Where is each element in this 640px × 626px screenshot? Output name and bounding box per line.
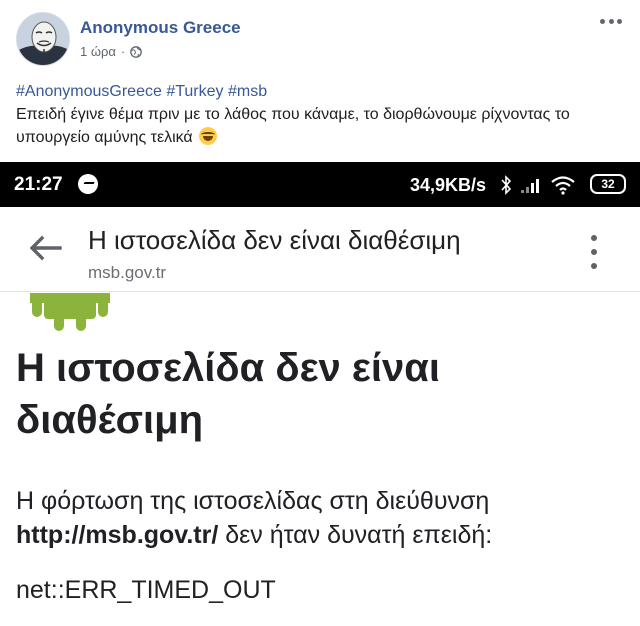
battery-indicator: 32 xyxy=(590,174,626,194)
post-message-text: Επειδή έγινε θέμα πριν με το λάθος που κ… xyxy=(16,106,570,146)
more-options-icon[interactable] xyxy=(600,16,622,26)
error-body-prefix: Η φόρτωση της ιστοσελίδας στη διεύθυνση xyxy=(16,487,490,515)
hashtag-anonymousgreece[interactable]: #AnonymousGreece xyxy=(16,83,162,100)
post-author[interactable]: Anonymous Greece xyxy=(80,18,241,38)
meta-separator: · xyxy=(120,44,126,59)
laughing-face-icon xyxy=(199,127,218,145)
bluetooth-icon xyxy=(501,175,512,195)
wifi-icon xyxy=(551,176,575,195)
browser-page-title: Η ιστοσελίδα δεν είναι διαθέσιμη xyxy=(88,225,461,255)
post-body: #AnonymousGreece #Turkey #msb Επειδή έγι… xyxy=(16,80,628,149)
back-arrow-icon[interactable] xyxy=(28,235,62,261)
post-hashtags: #AnonymousGreece #Turkey #msb xyxy=(16,80,628,103)
status-icons xyxy=(500,173,576,197)
guy-fawkes-mask-icon xyxy=(17,13,69,65)
browser-menu-icon[interactable] xyxy=(590,235,598,269)
network-speed: 34,9KB/s xyxy=(410,175,487,195)
error-body-suffix: δεν ήταν δυνατή επειδή: xyxy=(225,521,493,549)
error-description: Η φόρτωση της ιστοσελίδας στη διεύθυνση … xyxy=(16,484,626,552)
post-header: Anonymous Greece 1 ώρα · xyxy=(0,0,640,78)
error-body-url: http://msb.gov.tr/ xyxy=(16,521,219,549)
browser-url[interactable]: msb.gov.tr xyxy=(88,263,166,283)
post-time[interactable]: 1 ώρα xyxy=(80,44,116,59)
globe-icon[interactable] xyxy=(130,45,143,58)
embedded-screenshot[interactable]: 21:27 34,9KB/s 32 Η ιστοσελίδα δεν είναι… xyxy=(0,162,640,626)
hashtag-turkey[interactable]: #Turkey xyxy=(166,83,223,100)
messenger-icon xyxy=(78,174,98,194)
post-message: Επειδή έγινε θέμα πριν με το λάθος που κ… xyxy=(16,103,628,149)
post-meta: 1 ώρα · xyxy=(80,44,143,59)
page-avatar[interactable] xyxy=(16,12,70,66)
error-heading: Η ιστοσελίδα δεν είναι διαθέσιμη xyxy=(16,346,440,442)
error-code: net::ERR_TIMED_OUT xyxy=(16,576,276,604)
android-robot-icon xyxy=(30,293,110,331)
status-time: 21:27 xyxy=(14,174,63,195)
phone-status-bar: 21:27 34,9KB/s 32 xyxy=(0,162,640,207)
browser-toolbar: Η ιστοσελίδα δεν είναι διαθέσιμη msb.gov… xyxy=(0,207,640,292)
hashtag-msb[interactable]: #msb xyxy=(228,83,267,100)
signal-icon xyxy=(521,179,539,193)
